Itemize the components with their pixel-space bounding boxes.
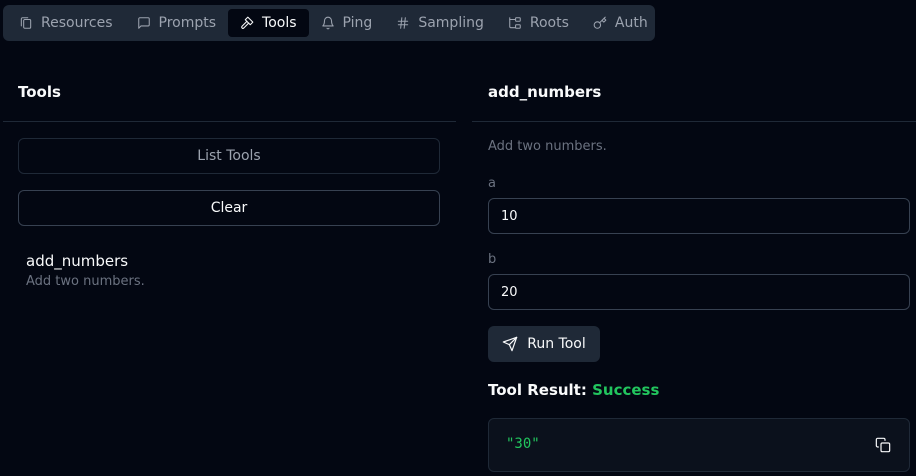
tab-bar: Resources Prompts Tools Ping Sampling Ro… bbox=[3, 5, 655, 41]
result-label: Tool Result: bbox=[488, 381, 587, 399]
list-item[interactable]: add_numbers Add two numbers. bbox=[26, 252, 426, 289]
result-status: Success bbox=[592, 381, 660, 399]
divider bbox=[3, 121, 456, 122]
tab-resources[interactable]: Resources bbox=[7, 9, 125, 37]
tab-ping[interactable]: Ping bbox=[309, 9, 385, 37]
tab-label: Ping bbox=[342, 15, 373, 31]
tool-detail-panel: add_numbers Add two numbers. a b Run Too… bbox=[472, 41, 916, 476]
bell-icon bbox=[321, 16, 334, 30]
field-label-b: b bbox=[488, 252, 497, 267]
result-heading: Tool Result: Success bbox=[488, 381, 659, 399]
hash-icon bbox=[398, 17, 409, 29]
tool-description: Add two numbers. bbox=[26, 274, 145, 289]
tab-label: Auth bbox=[614, 15, 648, 31]
field-label-a: a bbox=[488, 176, 496, 191]
result-box: "30" bbox=[488, 418, 910, 472]
tool-description: Add two numbers. bbox=[488, 139, 607, 154]
tab-prompts[interactable]: Prompts bbox=[125, 9, 229, 37]
run-tool-label: Run Tool bbox=[527, 336, 586, 352]
tab-auth[interactable]: Auth bbox=[581, 9, 660, 37]
key-icon bbox=[593, 16, 607, 29]
divider bbox=[472, 121, 916, 122]
files-icon bbox=[20, 17, 32, 29]
tab-label: Sampling bbox=[418, 15, 484, 31]
list-tools-button[interactable]: List Tools bbox=[18, 138, 440, 174]
folder-tree-icon bbox=[509, 17, 521, 29]
send-icon bbox=[502, 336, 518, 352]
field-b-input[interactable] bbox=[488, 274, 910, 310]
run-tool-button[interactable]: Run Tool bbox=[488, 326, 600, 362]
tab-tools[interactable]: Tools bbox=[228, 9, 309, 37]
tool-title: add_numbers bbox=[488, 83, 602, 101]
hammer-icon bbox=[241, 16, 254, 29]
result-value: "30" bbox=[506, 436, 540, 452]
tab-label: Tools bbox=[262, 15, 297, 31]
tool-name: add_numbers bbox=[26, 252, 129, 270]
message-square-icon bbox=[137, 17, 150, 29]
copy-icon[interactable] bbox=[875, 437, 891, 453]
panel-title: Tools bbox=[18, 83, 61, 101]
tools-list-panel: Tools List Tools Clear add_numbers Add t… bbox=[3, 41, 456, 476]
field-a-input[interactable] bbox=[488, 198, 910, 234]
tab-label: Prompts bbox=[158, 15, 217, 31]
tab-sampling[interactable]: Sampling bbox=[384, 9, 496, 37]
tab-label: Resources bbox=[41, 15, 113, 31]
clear-button[interactable]: Clear bbox=[18, 190, 440, 226]
tab-label: Roots bbox=[529, 15, 569, 31]
tab-roots[interactable]: Roots bbox=[496, 9, 581, 37]
